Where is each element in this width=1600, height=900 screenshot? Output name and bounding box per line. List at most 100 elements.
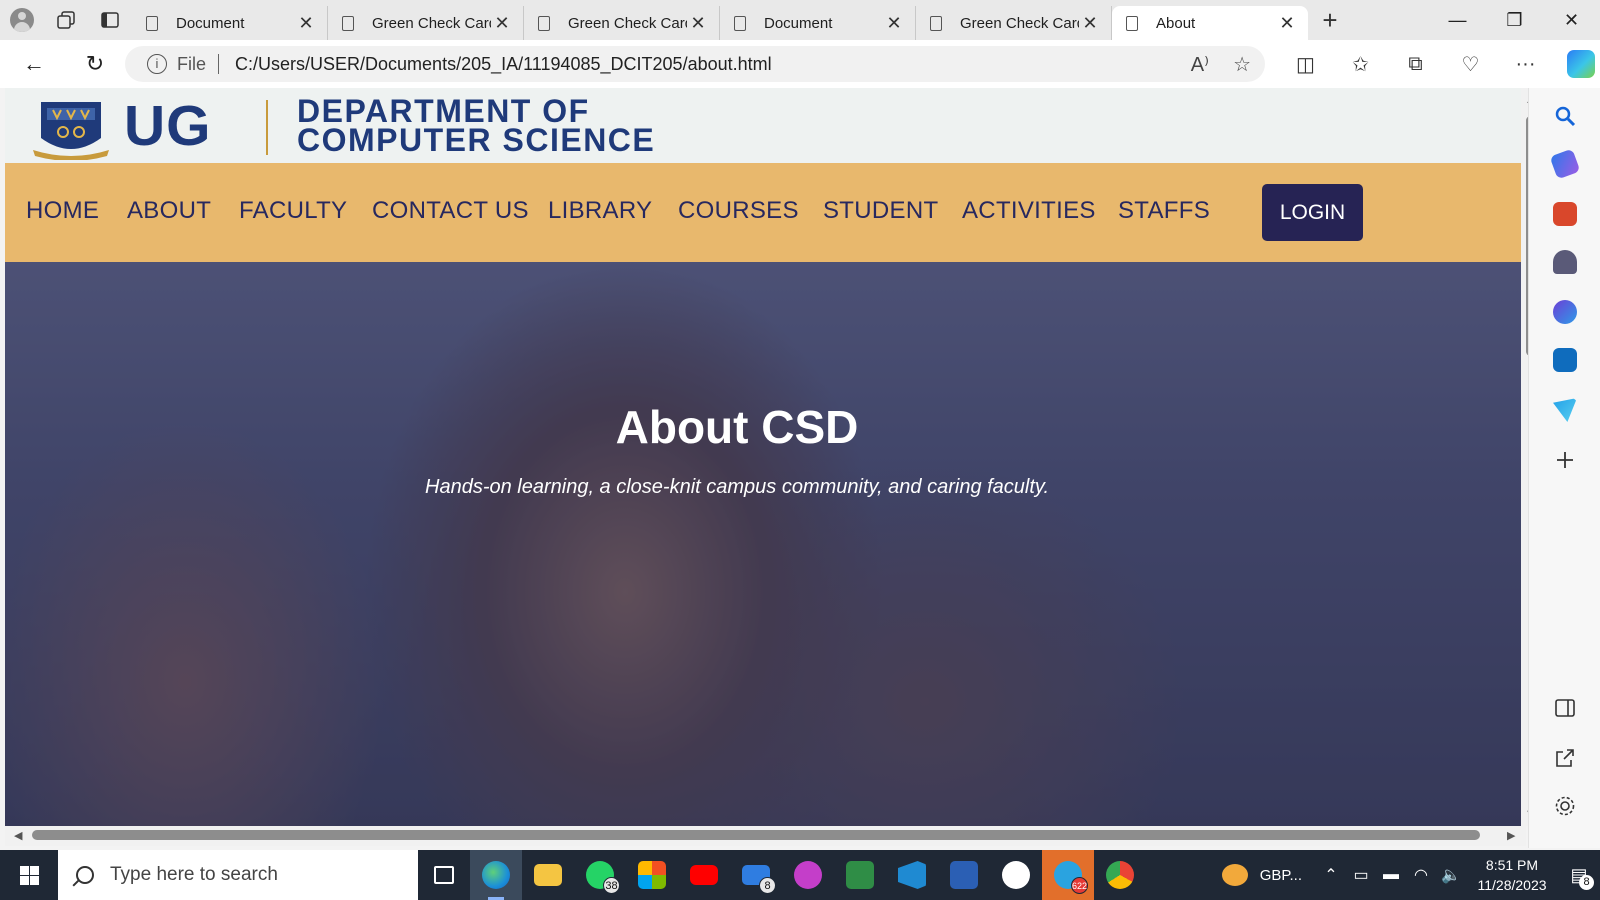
close-window-icon[interactable]: ✕ [1543, 10, 1600, 31]
workspaces-button[interactable] [44, 0, 88, 40]
tools-icon[interactable] [1553, 202, 1577, 226]
info-icon[interactable]: i [147, 54, 167, 74]
add-icon[interactable] [1553, 448, 1577, 472]
show-hidden-icons-icon[interactable]: ⌃ [1316, 865, 1346, 885]
restore-icon[interactable]: ❐ [1486, 10, 1543, 31]
start-button[interactable] [0, 850, 58, 900]
document-icon [342, 15, 354, 31]
collections-icon[interactable]: ⧉ [1388, 53, 1443, 76]
login-button[interactable]: LOGIN [1262, 184, 1363, 241]
sidebar-toggle-icon[interactable] [1553, 696, 1577, 720]
profile-avatar-icon [10, 8, 34, 32]
url-text[interactable]: C:/Users/USER/Documents/205_IA/11194085_… [235, 54, 772, 75]
back-icon[interactable]: ← [0, 51, 68, 77]
clock[interactable]: 8:51 PM 11/28/2023 [1466, 855, 1558, 895]
nav-student[interactable]: STUDENT [823, 197, 938, 225]
close-tab-icon[interactable]: ✕ [295, 13, 317, 34]
nav-library[interactable]: LIBRARY [548, 197, 652, 225]
close-tab-icon[interactable]: ✕ [491, 13, 513, 34]
windows-logo-icon-part [30, 866, 39, 875]
chrome-icon [1106, 861, 1134, 889]
taskbar-youtube[interactable] [678, 850, 730, 900]
shopping-tag-icon[interactable] [1549, 148, 1581, 180]
favorite-star-icon[interactable]: ☆ [1233, 52, 1251, 77]
favorites-icon[interactable]: ✩ [1333, 52, 1388, 77]
split-screen-icon[interactable]: ◫ [1278, 52, 1333, 77]
nav-faculty[interactable]: FACULTY [239, 197, 347, 225]
settings-gear-icon[interactable] [1553, 794, 1577, 818]
site-header: UG DEPARTMENT OF COMPUTER SCIENCE [5, 88, 1526, 163]
page-viewport: UG DEPARTMENT OF COMPUTER SCIENCE HOME A… [5, 88, 1526, 826]
close-tab-icon[interactable]: ✕ [687, 13, 709, 34]
taskbar-wps[interactable] [782, 850, 834, 900]
horizontal-scroll-thumb[interactable] [32, 830, 1480, 840]
nav-home[interactable]: HOME [26, 197, 99, 225]
browser-tab[interactable]: Green Check Card ✕ [916, 6, 1112, 40]
taskbar-telegram[interactable]: 622 [1042, 850, 1094, 900]
taskbar-github[interactable] [990, 850, 1042, 900]
minimize-icon[interactable]: — [1429, 10, 1486, 31]
task-view-button[interactable] [418, 850, 470, 900]
browser-tab[interactable]: Document ✕ [132, 6, 328, 40]
read-aloud-icon[interactable]: A⁾ [1191, 52, 1209, 77]
browser-tab[interactable]: Green Check Card ✕ [328, 6, 524, 40]
taskbar-store[interactable] [626, 850, 678, 900]
taskbar-mail[interactable]: 8 [730, 850, 782, 900]
close-tab-icon[interactable]: ✕ [1079, 13, 1101, 34]
nav-staffs[interactable]: STAFFS [1118, 197, 1210, 225]
wifi-icon[interactable]: ◠ [1406, 865, 1436, 885]
wps-icon [794, 861, 822, 889]
taskbar-geeksforgeeks[interactable] [834, 850, 886, 900]
folder-icon [534, 864, 562, 886]
more-options-icon[interactable]: ··· [1498, 53, 1553, 76]
address-bar[interactable]: i File C:/Users/USER/Documents/205_IA/11… [125, 46, 1265, 82]
close-tab-icon[interactable]: ✕ [1276, 13, 1298, 34]
games-icon[interactable] [1553, 250, 1577, 274]
vertical-tabs-icon [101, 12, 119, 28]
system-tray: GBP... ⌃ ▭ ▬ ◠ 🔈 8:51 PM 11/28/2023 ▤ 8 [1221, 850, 1600, 900]
tab-title: Green Check Card [568, 14, 687, 32]
profile-button[interactable] [0, 0, 44, 40]
task-view-icon [434, 866, 454, 884]
windows-logo-icon [20, 866, 29, 875]
microsoft-365-icon[interactable] [1553, 300, 1577, 324]
battery-icon[interactable]: ▬ [1376, 866, 1406, 884]
nav-contact-us[interactable]: CONTACT US [372, 197, 529, 225]
scroll-right-icon[interactable]: ▶ [1507, 829, 1515, 842]
taskbar-whatsapp[interactable]: 38 [574, 850, 626, 900]
taskbar-file-explorer[interactable] [522, 850, 574, 900]
meet-now-icon[interactable]: ▭ [1346, 865, 1376, 885]
hero-banner: About CSD Hands-on learning, a close-kni… [5, 262, 1526, 826]
browser-essentials-icon[interactable]: ♡ [1443, 52, 1498, 77]
geeksforgeeks-icon [846, 861, 874, 889]
close-tab-icon[interactable]: ✕ [883, 13, 905, 34]
currency-widget[interactable]: GBP... [1221, 864, 1302, 886]
volume-icon[interactable]: 🔈 [1436, 865, 1466, 885]
copilot-icon[interactable] [1567, 50, 1595, 78]
refresh-icon[interactable]: ↻ [68, 51, 122, 77]
outlook-icon[interactable] [1553, 348, 1577, 372]
word-icon [950, 861, 978, 889]
scroll-left-icon[interactable]: ◀ [14, 829, 22, 842]
taskbar-chrome[interactable] [1094, 850, 1146, 900]
external-link-icon[interactable] [1553, 746, 1577, 770]
taskbar-search[interactable]: Type here to search [58, 850, 418, 900]
nav-activities[interactable]: ACTIVITIES [962, 197, 1096, 225]
taskbar-word[interactable] [938, 850, 990, 900]
tab-title: Document [764, 14, 833, 32]
browser-tab-active[interactable]: About ✕ [1112, 6, 1308, 40]
logo-divider [266, 100, 268, 155]
nav-courses[interactable]: COURSES [678, 197, 799, 225]
tab-actions-button[interactable] [88, 0, 132, 40]
telegram-badge: 622 [1070, 877, 1088, 894]
search-icon[interactable] [1553, 104, 1577, 128]
drop-icon[interactable] [1553, 398, 1577, 422]
taskbar-vscode[interactable] [886, 850, 938, 900]
taskbar-edge[interactable] [470, 850, 522, 900]
browser-tab[interactable]: Green Check Card ✕ [524, 6, 720, 40]
notification-center-icon[interactable]: ▤ 8 [1558, 865, 1600, 890]
search-placeholder: Type here to search [110, 864, 278, 885]
browser-tab[interactable]: Document ✕ [720, 6, 916, 40]
new-tab-button[interactable]: + [1308, 5, 1352, 36]
nav-about[interactable]: ABOUT [127, 197, 211, 225]
